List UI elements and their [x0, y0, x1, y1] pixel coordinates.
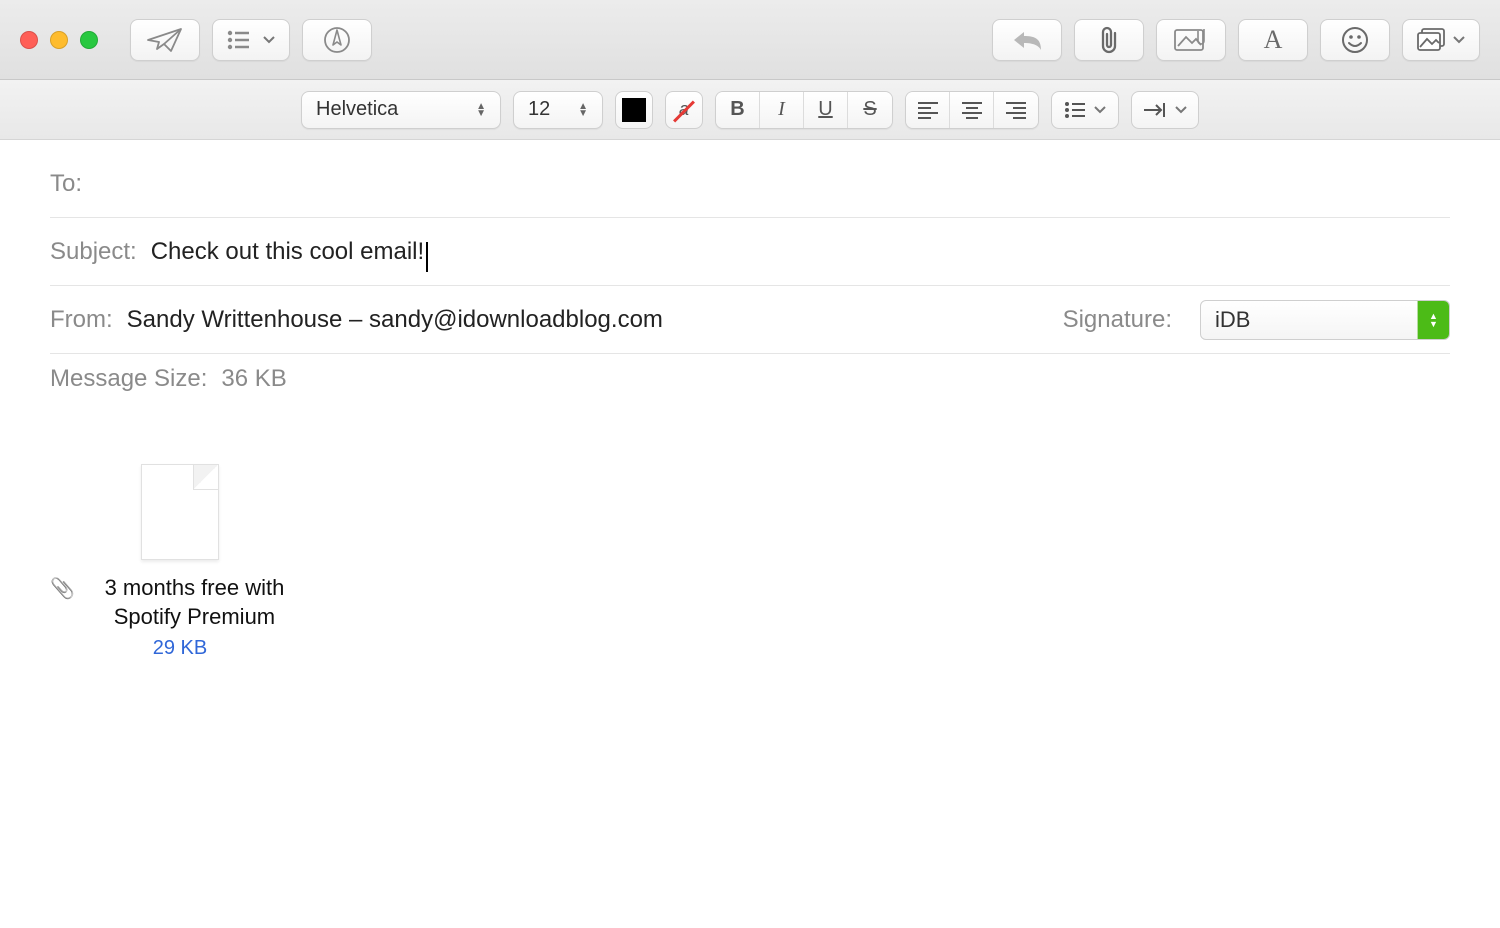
align-right-button[interactable] — [994, 92, 1038, 128]
text-align-segment — [905, 91, 1039, 129]
markup-pen-icon — [322, 25, 352, 55]
list-style-button[interactable] — [1051, 91, 1119, 129]
background-color-button[interactable]: a — [665, 91, 703, 129]
zoom-window-button[interactable] — [80, 31, 98, 49]
subject-label: Subject: — [50, 238, 137, 266]
text-color-button[interactable] — [615, 91, 653, 129]
indent-icon — [1143, 102, 1167, 118]
format-toolbar: Helvetica ▲▼ 12 ▲▼ a B I U S — [0, 80, 1500, 140]
signature-value: iDB — [1201, 307, 1250, 333]
align-left-icon — [917, 101, 939, 119]
format-toggle-button[interactable]: A — [1238, 19, 1308, 61]
markup-button[interactable] — [302, 19, 372, 61]
font-family-value: Helvetica — [316, 98, 398, 121]
no-color-icon: a — [672, 98, 696, 122]
reply-button[interactable] — [992, 19, 1062, 61]
traffic-lights — [20, 31, 98, 49]
chevron-down-icon — [1094, 106, 1106, 114]
italic-button[interactable]: I — [760, 92, 804, 128]
font-family-select[interactable]: Helvetica ▲▼ — [301, 91, 501, 129]
message-size-label: Message Size: — [50, 365, 207, 393]
to-row[interactable]: To: — [50, 150, 1450, 218]
align-center-icon — [961, 101, 983, 119]
from-value[interactable]: Sandy Writtenhouse – sandy@idownloadblog… — [127, 306, 663, 334]
header-fields-toggle-button[interactable] — [212, 19, 290, 61]
attachment-item[interactable]: 📎 3 months free with Spotify Premium 29 … — [50, 464, 310, 660]
paperclip-icon — [1096, 25, 1122, 55]
photo-browser-button[interactable] — [1402, 19, 1480, 61]
message-size-row: Message Size: 36 KB — [50, 354, 1450, 404]
indent-button[interactable] — [1131, 91, 1199, 129]
stepper-carets-icon: ▲▼ — [1417, 301, 1449, 339]
emoji-button[interactable] — [1320, 19, 1390, 61]
smiley-icon — [1341, 26, 1369, 54]
chevron-down-icon — [263, 36, 275, 44]
chevron-down-icon — [1453, 36, 1465, 44]
paper-plane-icon — [147, 27, 183, 53]
from-row: From: Sandy Writtenhouse – sandy@idownlo… — [50, 286, 1450, 354]
attachment-size: 29 KB — [50, 637, 310, 660]
subject-value: Check out this cool email! — [151, 238, 424, 266]
text-style-segment: B I U S — [715, 91, 893, 129]
letter-a-icon: A — [1264, 25, 1283, 55]
font-size-select[interactable]: 12 ▲▼ — [513, 91, 603, 129]
subject-row[interactable]: Subject: Check out this cool email! — [50, 218, 1450, 286]
stepper-carets-icon: ▲▼ — [578, 103, 588, 117]
minimize-window-button[interactable] — [50, 31, 68, 49]
italic-icon: I — [778, 98, 785, 121]
paperclip-icon: 📎 — [50, 576, 75, 602]
underline-button[interactable]: U — [804, 92, 848, 128]
reply-arrow-icon — [1010, 28, 1044, 52]
message-size-value: 36 KB — [221, 365, 286, 393]
bold-icon: B — [730, 98, 744, 121]
signature-select[interactable]: iDB ▲▼ — [1200, 300, 1450, 340]
message-header-fields: To: Subject: Check out this cool email! … — [0, 140, 1500, 404]
color-swatch-black-icon — [622, 98, 646, 122]
underline-icon: U — [818, 98, 832, 121]
message-body[interactable]: 📎 3 months free with Spotify Premium 29 … — [0, 404, 1500, 720]
bold-button[interactable]: B — [716, 92, 760, 128]
signature-label: Signature: — [1063, 306, 1172, 334]
attach-button[interactable] — [1074, 19, 1144, 61]
photos-icon — [1417, 28, 1447, 52]
align-right-icon — [1005, 101, 1027, 119]
from-label: From: — [50, 306, 113, 334]
file-icon — [141, 464, 219, 560]
insert-media-button[interactable] — [1156, 19, 1226, 61]
close-window-button[interactable] — [20, 31, 38, 49]
attachment-name: 3 months free with Spotify Premium — [79, 574, 310, 631]
picture-clip-icon — [1174, 27, 1208, 53]
align-center-button[interactable] — [950, 92, 994, 128]
chevron-down-icon — [1175, 106, 1187, 114]
window-titlebar: A — [0, 0, 1500, 80]
align-left-button[interactable] — [906, 92, 950, 128]
font-size-value: 12 — [528, 98, 550, 121]
strikethrough-button[interactable]: S — [848, 92, 892, 128]
bullet-list-icon — [1064, 101, 1086, 119]
list-icon — [227, 29, 257, 51]
text-cursor-icon — [426, 242, 428, 272]
stepper-carets-icon: ▲▼ — [476, 103, 486, 117]
strikethrough-icon: S — [863, 98, 876, 121]
to-label: To: — [50, 170, 82, 198]
send-button[interactable] — [130, 19, 200, 61]
